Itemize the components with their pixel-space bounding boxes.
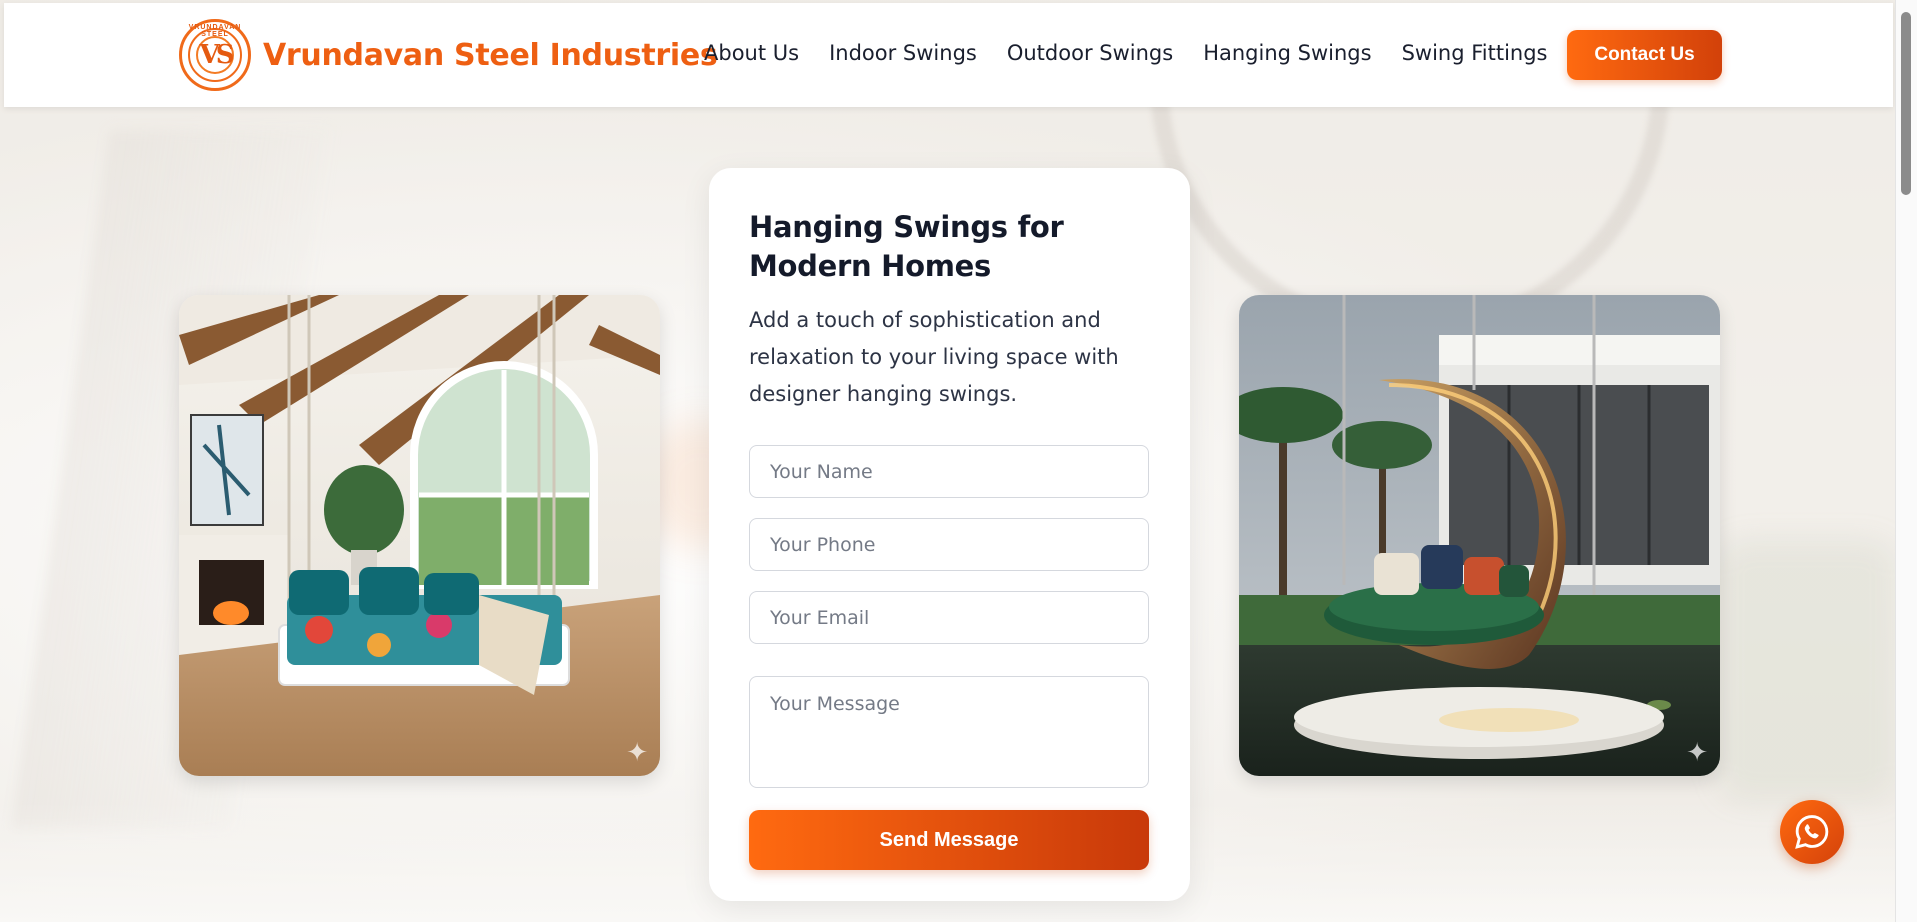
- message-textarea[interactable]: [749, 676, 1149, 788]
- nav-outdoor-swings[interactable]: Outdoor Swings: [1007, 41, 1173, 65]
- sparkle-icon: ✦: [626, 737, 648, 767]
- contact-us-button[interactable]: Contact Us: [1567, 30, 1722, 80]
- site-header: VRUNDAVAN STEEL VS Vrundavan Steel Indus…: [4, 3, 1893, 107]
- nav-about-us[interactable]: About Us: [704, 41, 799, 65]
- brand-logo-icon: VRUNDAVAN STEEL VS: [179, 19, 251, 91]
- contact-form: Send Message: [749, 445, 1150, 870]
- indoor-swing-image: ✦: [179, 295, 660, 776]
- name-input[interactable]: [749, 445, 1149, 498]
- main-nav: About Us Indoor Swings Outdoor Swings Ha…: [704, 41, 1548, 65]
- sparkle-icon: ✦: [1686, 737, 1708, 767]
- outdoor-swing-image: ✦: [1239, 295, 1720, 776]
- brand-name: Vrundavan Steel Industries: [263, 37, 718, 73]
- indoor-swing-illustration: [179, 295, 660, 776]
- outdoor-swing-illustration: [1239, 295, 1720, 776]
- send-message-button[interactable]: Send Message: [749, 810, 1149, 870]
- scrollbar-thumb[interactable]: [1901, 12, 1911, 195]
- logo-ring-text: VRUNDAVAN STEEL: [188, 24, 242, 38]
- background-plant: [1717, 540, 1897, 800]
- nav-indoor-swings[interactable]: Indoor Swings: [829, 41, 977, 65]
- whatsapp-icon: [1795, 815, 1829, 849]
- email-input[interactable]: [749, 591, 1149, 644]
- page-scrollbar[interactable]: [1895, 0, 1917, 922]
- logo-letters: VS: [199, 40, 235, 70]
- whatsapp-button[interactable]: [1780, 800, 1844, 864]
- nav-hanging-swings[interactable]: Hanging Swings: [1203, 41, 1371, 65]
- nav-swing-fittings[interactable]: Swing Fittings: [1402, 41, 1548, 65]
- hero-description: Add a touch of sophistication and relaxa…: [749, 308, 1119, 406]
- hero-title: Hanging Swings for Modern Homes: [749, 210, 1064, 283]
- brand-logo-link[interactable]: VRUNDAVAN STEEL VS Vrundavan Steel Indus…: [179, 19, 718, 91]
- phone-input[interactable]: [749, 518, 1149, 571]
- contact-form-card: Hanging Swings for Modern Homes Add a to…: [709, 168, 1190, 901]
